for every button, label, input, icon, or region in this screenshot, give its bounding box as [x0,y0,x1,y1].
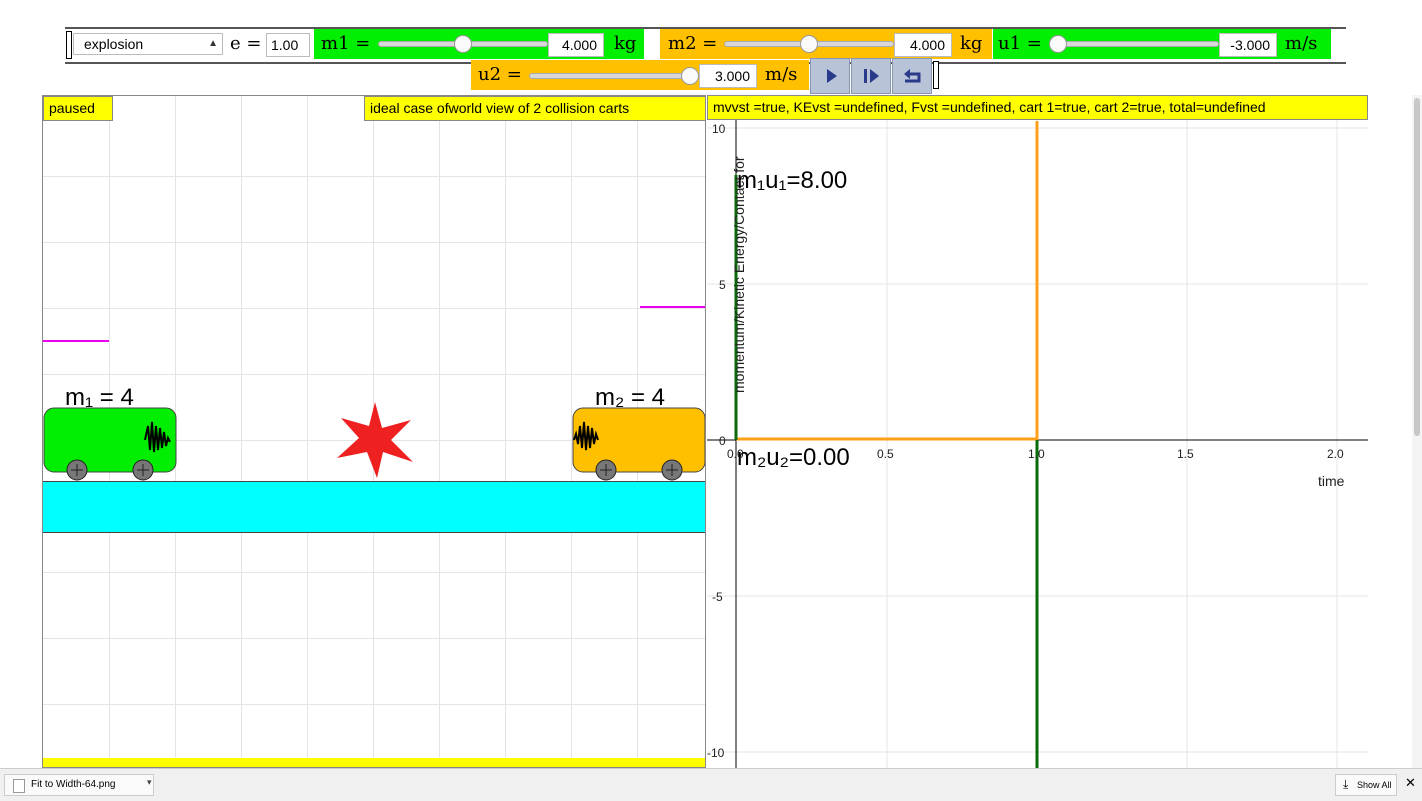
status-label: paused [43,96,113,121]
u2-slider-track[interactable] [529,73,699,79]
bottom-status-bar [43,758,705,767]
reset-icon [904,69,921,83]
reset-button[interactable] [892,58,932,94]
m2-label: m2 = [668,33,718,54]
ytick-neg5: -5 [712,590,723,604]
xtick-1-5: 1.5 [1177,447,1194,461]
world-title: ideal case ofworld view of 2 collision c… [364,96,705,121]
e-input[interactable]: 1.00 [266,33,310,57]
u2-slider-thumb[interactable] [681,67,699,85]
momentum-graph[interactable] [707,95,1368,768]
m1-unit: kg [614,33,637,54]
u2-input[interactable]: 3.000 [699,64,757,88]
cart1[interactable] [43,406,179,482]
play-icon [827,69,837,83]
ytick-neg10: -10 [707,746,725,760]
m1-input[interactable]: 4.000 [548,33,604,57]
download-icon: ⤓ [1343,777,1349,791]
u1-unit: m/s [1285,33,1318,54]
ytick-0: 0 [719,434,726,448]
scenario-select[interactable]: explosion ▲ [73,33,223,55]
u1-label: u1 = [998,33,1042,54]
close-icon[interactable]: ✕ [1405,775,1416,791]
xtick-0-5: 0.5 [877,447,894,461]
play-button[interactable] [810,58,850,94]
page-scrollbar-thumb[interactable] [1414,98,1420,436]
track-surface [43,481,705,533]
toolbar-left-edge [66,31,72,59]
e-label: e = [230,33,262,54]
toolbar-right-edge [933,61,939,89]
world-view-panel: paused ideal case ofworld view of 2 coll… [42,95,706,768]
show-all-label: Show All [1357,780,1392,790]
cart1-momentum-annotation: m₁u₁=8.00 [737,167,848,194]
download-menu-icon[interactable]: ▾ [147,777,152,788]
cart2-velocity-marker [640,306,705,308]
show-all-button[interactable]: ⤓ Show All [1335,774,1397,796]
download-filename: Fit to Width-64.png [31,779,116,790]
x-axis-label: time [1318,473,1345,489]
m2-slider-thumb[interactable] [800,35,818,53]
download-item[interactable]: Fit to Width-64.png ▾ [4,774,154,796]
ytick-5: 5 [719,278,726,292]
ytick-10: 10 [712,122,726,136]
u1-input[interactable]: -3.000 [1219,33,1277,57]
step-button[interactable] [851,58,891,94]
u2-unit: m/s [765,64,798,85]
u1-slider-thumb[interactable] [1049,35,1067,53]
u2-label: u2 = [478,64,522,85]
m2-input[interactable]: 4.000 [894,33,952,57]
m1-slider-thumb[interactable] [454,35,472,53]
m1-label: m1 = [321,33,371,54]
graph-panel: mvvst =true, KEvst =undefined, Fvst =und… [707,95,1368,768]
file-icon [13,779,25,793]
cart1-velocity-marker [43,340,109,342]
download-bar: Fit to Width-64.png ▾ ⤓ Show All ✕ [0,768,1422,801]
cart2[interactable] [572,406,706,482]
select-arrows-icon: ▲ [208,38,218,49]
step-icon [864,69,879,83]
xtick-1: 1.0 [1028,447,1045,461]
explosion-icon [337,402,413,478]
m2-unit: kg [960,33,983,54]
xtick-2: 2.0 [1327,447,1344,461]
cart2-momentum-annotation: m₂u₂=0.00 [737,444,850,471]
scenario-select-value: explosion [84,36,144,52]
graph-header: mvvst =true, KEvst =undefined, Fvst =und… [707,95,1368,120]
u1-slider-track[interactable] [1049,41,1219,47]
